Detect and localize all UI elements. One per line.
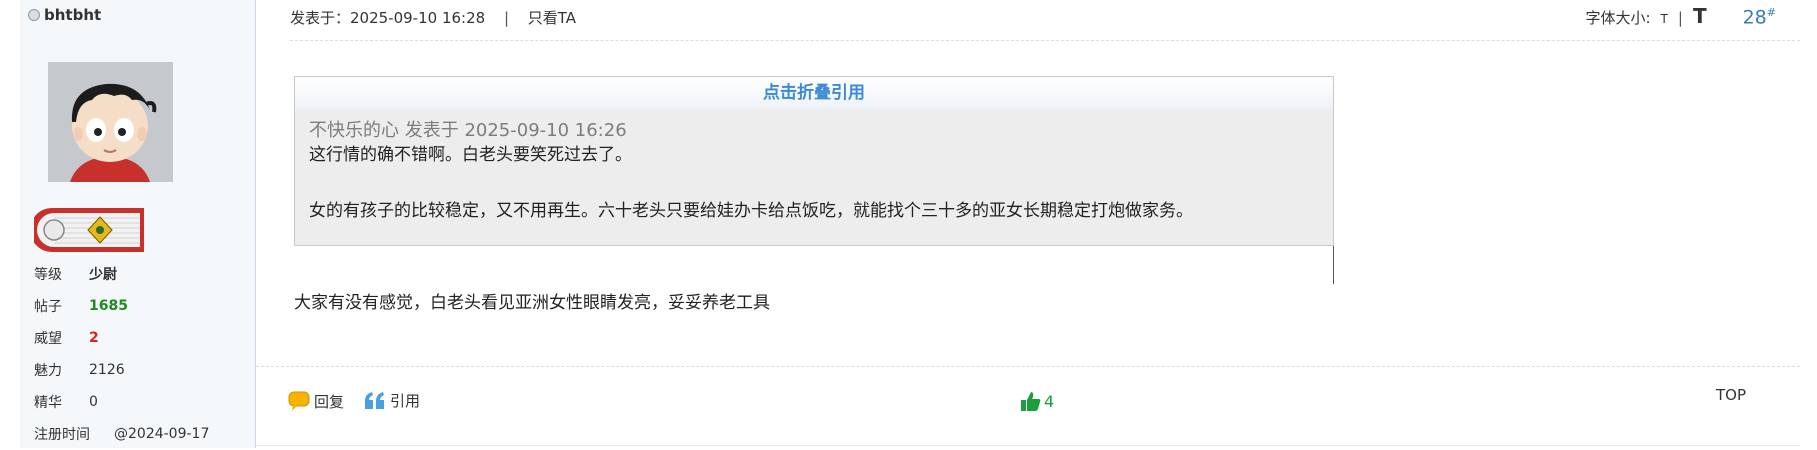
stat-digest: 精华 0 [34,394,98,411]
quote-header: 不快乐的心 发表于 2025-09-10 16:26 [309,120,627,141]
quote-mark-icon [365,391,384,409]
username[interactable]: bhtbht [44,6,101,24]
font-size-separator: | [1677,9,1683,27]
post-time: 发表于：2025-09-10 16:28 [290,9,486,27]
username-row: bhtbht [28,6,101,24]
meta-separator: | [503,9,510,27]
rank-insignia-icon [30,208,144,252]
like-count: 4 [1044,391,1055,411]
quote-block: 点击折叠引用 不快乐的心 发表于 2025-09-10 16:26 这行情的确不… [294,76,1334,246]
font-large-button[interactable]: T [1693,4,1707,28]
font-size-control: 字体大小: T | T 28# [1585,4,1776,28]
post-meta: 发表于：2025-09-10 16:28 | 只看TA [290,7,576,28]
stat-charm: 魅力 2126 [34,362,125,379]
avatar[interactable] [48,62,173,182]
quote-body: 不快乐的心 发表于 2025-09-10 16:26 这行情的确不错啊。白老头要… [295,109,1333,233]
post-main: 发表于：2025-09-10 16:28 | 只看TA 字体大小: T | T … [256,0,1800,448]
stat-posts: 帖子 1685 [34,298,128,315]
rank-badge [30,206,146,254]
divider [256,366,1800,367]
stat-register-date: 注册时间 @2024-09-17 [34,426,210,443]
like-button[interactable]: 4 [1020,390,1054,412]
stat-level: 等级 少尉 [34,267,117,283]
collapse-quote-button[interactable]: 点击折叠引用 [295,77,1333,109]
stat-prestige: 威望 2 [34,330,99,347]
floor-number[interactable]: 28# [1743,6,1776,28]
post-content: 大家有没有感觉，白老头看见亚洲女性眼睛发亮，妥妥养老工具 [294,293,770,313]
divider [256,445,1800,446]
user-sidebar: bhtbht 等级 少尉 帖子 1685 威望 2 魅力 2126 精华 0 注… [20,0,256,448]
font-small-button[interactable]: T [1661,12,1668,26]
forum-post: bhtbht 等级 少尉 帖子 1685 威望 2 魅力 2126 精华 0 注… [20,0,1800,448]
avatar-cartoon-icon [48,62,173,182]
speech-bubble-icon [288,391,310,411]
quote-line: 女的有孩子的比较稳定，又不用再生。六十老头只要给娃办卡给点饭吃，就能找个三十多的… [309,201,1193,221]
back-to-top-link[interactable]: TOP [1716,386,1746,404]
user-stats: 等级 少尉 帖子 1685 威望 2 魅力 2126 精华 0 注册时间 @20… [34,258,209,450]
quote-button[interactable]: 引用 [364,390,420,411]
offline-status-icon [28,9,40,21]
post-header: 发表于：2025-09-10 16:28 | 只看TA 字体大小: T | T … [290,0,1800,41]
font-size-label: 字体大小: [1585,9,1651,27]
only-author-link[interactable]: 只看TA [528,9,576,27]
divider [1333,246,1334,284]
reply-button[interactable]: 回复 [288,390,344,412]
thumbs-up-icon [1021,392,1041,411]
quote-line: 这行情的确不错啊。白老头要笑死过去了。 [309,145,632,165]
